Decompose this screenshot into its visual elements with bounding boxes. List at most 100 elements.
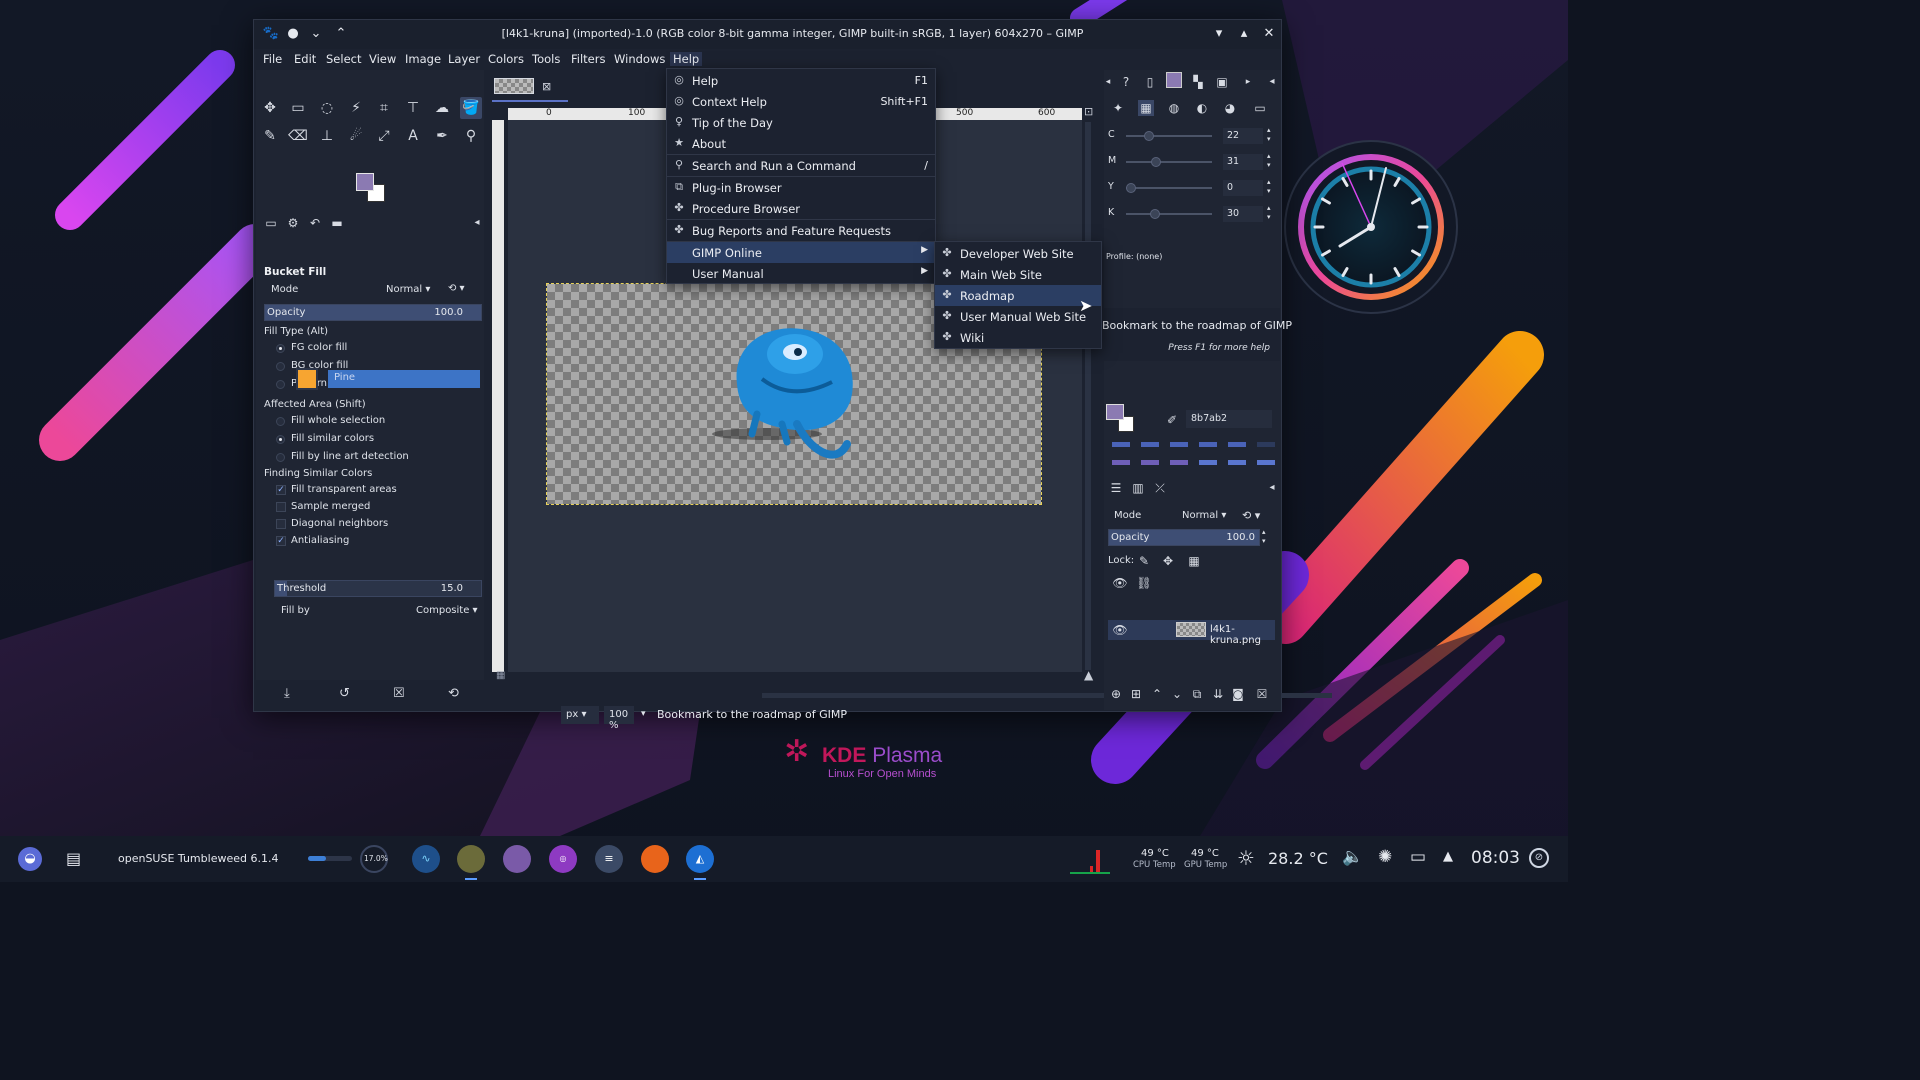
help-menu-item-gimp-online[interactable]: GIMP Online ▶ — [667, 242, 935, 263]
menu-layer[interactable]: Layer — [448, 52, 480, 66]
help-menu-item-user-manual[interactable]: User Manual ▶ — [667, 263, 935, 284]
layer-opacity-spinner[interactable]: ▴ ▾ — [1262, 528, 1266, 546]
cmyk-value-field[interactable]: 22 — [1223, 128, 1263, 144]
image-tab-thumbnail[interactable] — [494, 78, 534, 94]
tab-undo-history-icon[interactable]: ↶ — [304, 212, 326, 234]
menu-colors[interactable]: Colors — [488, 52, 524, 66]
online-menu-item-developer-web-site[interactable]: ✤ Developer Web Site — [935, 243, 1101, 264]
dolphin-app-icon[interactable]: ◭ — [686, 845, 714, 873]
clock-time[interactable]: 08:03 — [1471, 848, 1520, 868]
warp-tool-icon[interactable]: ☁ — [431, 97, 453, 119]
menu-view[interactable]: View — [369, 52, 396, 66]
layer-mode-dropdown[interactable]: Normal ▾ — [1182, 510, 1226, 521]
color-history-swatch[interactable] — [1228, 442, 1246, 447]
cmyk-spinner[interactable]: ▴ ▾ — [1267, 178, 1271, 196]
cmyk-knob[interactable] — [1150, 157, 1161, 167]
app-launcher-icon[interactable]: ◒ — [18, 847, 42, 871]
maximize-button[interactable]: ▴ — [1235, 25, 1253, 43]
lock-alpha-icon[interactable]: ▦ — [1186, 553, 1202, 569]
zoom-level[interactable]: 100 % — [604, 706, 634, 731]
opacity-slider[interactable]: Opacity 100.0 — [264, 304, 482, 321]
finding-option-label[interactable]: Antialiasing — [291, 535, 349, 546]
threshold-slider[interactable]: Threshold 15.0 — [274, 580, 482, 597]
user-switcher-icon[interactable]: ⊘ — [1529, 848, 1549, 868]
color-history-swatch[interactable] — [1228, 460, 1246, 465]
discover-app-icon[interactable] — [503, 845, 531, 873]
cmyk-track[interactable] — [1126, 213, 1212, 215]
configure-layers-icon[interactable]: ◂ — [1264, 480, 1280, 496]
help-menu-item-search-and-run-a-command[interactable]: ⚲ Search and Run a Command / — [667, 155, 935, 176]
cmyk-spinner[interactable]: ▴ ▾ — [1267, 152, 1271, 170]
palette-selector-icon[interactable]: ◕ — [1222, 100, 1238, 116]
configure-tab-icon[interactable]: ◂ — [466, 212, 488, 234]
cmyk-value-field[interactable]: 31 — [1223, 154, 1263, 170]
zoom-dropdown-icon[interactable]: ▾ — [641, 709, 646, 719]
document-icon[interactable]: ▯ — [1142, 74, 1158, 90]
mode-dropdown[interactable]: Normal ▾ — [386, 284, 430, 295]
paths-tab-icon[interactable]: ⤫ — [1152, 480, 1168, 496]
lower-layer-icon[interactable]: ⌄ — [1169, 686, 1185, 702]
color-dropper-icon[interactable]: ✦ — [1110, 100, 1126, 116]
menu-windows[interactable]: Windows — [614, 52, 665, 66]
finding-option-checkbox[interactable]: ✓ — [276, 485, 286, 495]
show-desktop-icon[interactable]: ▤ — [66, 849, 81, 868]
tab-tool-options-icon[interactable]: ▭ — [260, 212, 282, 234]
new-layer-icon[interactable]: ⊕ — [1108, 686, 1124, 702]
color-history-swatch[interactable] — [1199, 460, 1217, 465]
layer-visibility-icon[interactable]: 👁 — [1112, 622, 1128, 638]
paintbrush-tool-icon[interactable]: ✎ — [259, 125, 281, 147]
merge-layer-icon[interactable]: ⇊ — [1210, 686, 1226, 702]
clone-tool-icon[interactable]: ⊥ — [316, 125, 338, 147]
cmyk-slider-y[interactable]: Y 0 ▴ ▾ — [1104, 178, 1281, 196]
color-picker-tool-icon[interactable]: ✒ — [431, 125, 453, 147]
help-menu-item-plug-in-browser[interactable]: ⧉ Plug-in Browser — [667, 177, 935, 198]
cmyk-spinner[interactable]: ▴ ▾ — [1267, 204, 1271, 222]
help-menu-item-tip-of-the-day[interactable]: ♀ Tip of the Day — [667, 112, 935, 133]
menu-edit[interactable]: Edit — [294, 52, 316, 66]
cmyk-track[interactable] — [1126, 187, 1212, 189]
cmyk-track[interactable] — [1126, 135, 1212, 137]
affected-area-radio[interactable] — [276, 453, 285, 462]
layer-mode-reset-icon[interactable]: ⟲ ▾ — [1242, 509, 1260, 522]
navigate-icon[interactable]: ▲ — [1084, 668, 1093, 682]
pointer-tab-icon[interactable]: ▚ — [1190, 74, 1206, 90]
color-history-swatch[interactable] — [1170, 460, 1188, 465]
cmyk-slider-c[interactable]: C 22 ▴ ▾ — [1104, 126, 1281, 144]
zoom-tool-icon[interactable]: ⚲ — [460, 125, 482, 147]
crop-tool-icon[interactable]: ⌗ — [373, 97, 395, 119]
save-options-icon[interactable]: ⤓ — [284, 686, 290, 701]
hex-color-field[interactable]: 8b7ab2 — [1186, 410, 1272, 428]
triangle-selector-icon[interactable]: ◐ — [1194, 100, 1210, 116]
cmyk-slider-m[interactable]: M 31 ▴ ▾ — [1104, 152, 1281, 170]
quick-mask-icon[interactable]: ▦ — [496, 670, 505, 681]
layer-mask-icon[interactable]: ◙ — [1230, 686, 1246, 702]
firefox-app-icon[interactable] — [641, 845, 669, 873]
menu-help[interactable]: Help — [670, 52, 703, 66]
fill-type-radio[interactable] — [276, 362, 285, 371]
affected-area-option[interactable]: Fill whole selection — [291, 415, 385, 426]
configure-dock-icon[interactable]: ◂ — [1264, 74, 1280, 90]
foreground-color-swatch[interactable] — [356, 173, 374, 191]
menu-image[interactable]: Image — [405, 52, 441, 66]
system-monitor-app-icon[interactable]: ∿ — [412, 845, 440, 873]
delete-options-icon[interactable]: ☒ — [393, 686, 405, 701]
keep-below-button[interactable]: ⌄ — [307, 25, 325, 43]
online-menu-item-wiki[interactable]: ✤ Wiki — [935, 327, 1101, 348]
affected-area-option[interactable]: Fill similar colors — [291, 433, 374, 444]
pattern-name-field[interactable]: Pine — [328, 370, 480, 388]
pattern-preview[interactable] — [296, 368, 318, 390]
display-config-icon[interactable]: ▭ — [1410, 847, 1426, 867]
color-history-swatch[interactable] — [1112, 460, 1130, 465]
help-menu-item-procedure-browser[interactable]: ✤ Procedure Browser — [667, 198, 935, 219]
color-picker-icon[interactable]: ✐ — [1164, 412, 1180, 428]
help-menu-item-context-help[interactable]: ◎ Context Help Shift+F1 — [667, 91, 935, 112]
lock-pixels-icon[interactable]: ✎ — [1136, 553, 1152, 569]
gimp-app-icon[interactable] — [457, 845, 485, 873]
color-history-swatch[interactable] — [1257, 442, 1275, 447]
unit-dropdown[interactable]: px ▾ — [561, 706, 599, 724]
vertical-ruler[interactable] — [492, 120, 504, 672]
cmyk-knob[interactable] — [1150, 209, 1160, 219]
help-menu-item-help[interactable]: ◎ Help F1 — [667, 70, 935, 91]
new-layer-group-icon[interactable]: ⊞ — [1128, 686, 1144, 702]
help-menu-item-bug-reports-and-feature-requests[interactable]: ✤ Bug Reports and Feature Requests — [667, 220, 935, 241]
